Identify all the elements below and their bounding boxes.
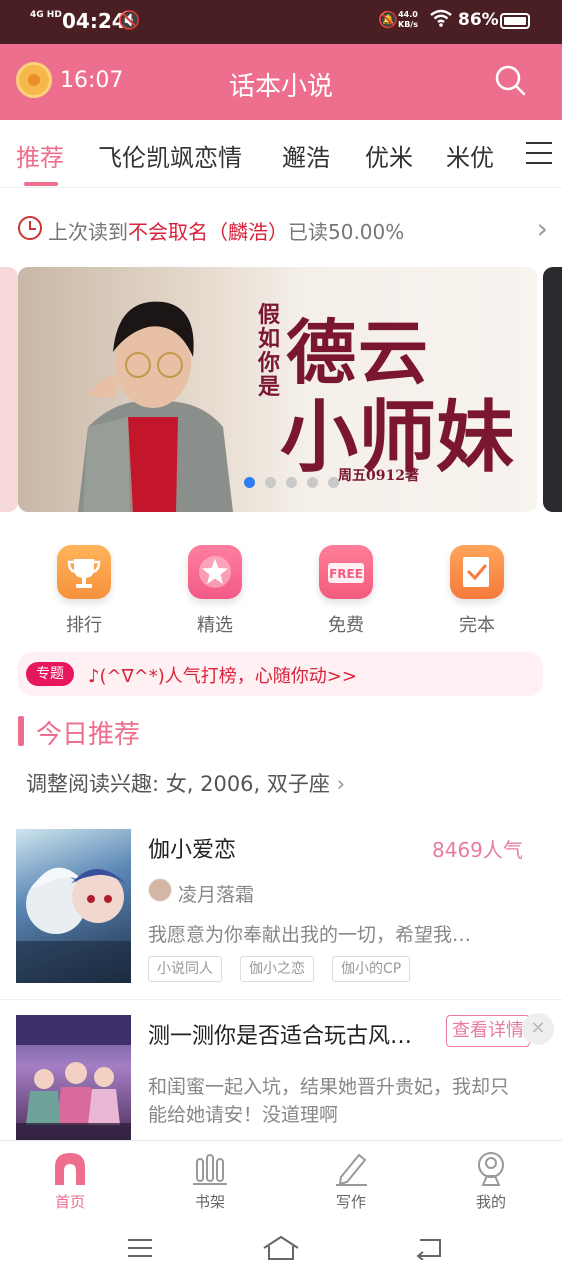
interest-text: 调整阅读兴趣: 女, 2006, 双子座 — [26, 772, 330, 796]
bookshelf-icon — [192, 1149, 228, 1187]
history-clock-icon — [18, 216, 42, 240]
battery-icon — [500, 13, 530, 29]
nav-write[interactable]: 写作 — [311, 1149, 391, 1212]
book-tag[interactable]: 小说同人 — [148, 956, 222, 982]
last-read-prefix: 上次读到 — [48, 220, 128, 244]
promo-description-line2: 能给她请安！没道理啊 — [148, 1104, 339, 1126]
last-read-text: 上次读到不会取名（麟浩）已读50.00% — [48, 216, 404, 245]
home-icon — [52, 1149, 88, 1187]
tab-1[interactable]: 飞伦凯飒恋情 — [98, 138, 242, 173]
home-button-icon[interactable] — [262, 1234, 300, 1266]
recent-apps-icon[interactable] — [126, 1236, 154, 1264]
book-tag[interactable]: 伽小的CP — [332, 956, 411, 982]
banner-next-peek[interactable] — [543, 267, 562, 512]
banner-carousel[interactable]: 假如你是 德云 小师妹 周五0912著 — [18, 267, 537, 512]
wifi-icon — [430, 9, 452, 32]
network-indicator: 4G HD — [30, 10, 62, 20]
quick-ranking-label: 排行 — [66, 615, 102, 636]
quick-free[interactable]: FREE 免费 — [306, 545, 386, 637]
section-marker — [18, 716, 24, 746]
book-tag[interactable]: 伽小之恋 — [240, 956, 314, 982]
nav-bookshelf[interactable]: 书架 — [170, 1149, 250, 1212]
menu-icon[interactable] — [526, 142, 552, 164]
checkbook-icon — [450, 545, 504, 599]
nav-home[interactable]: 首页 — [30, 1149, 110, 1212]
tab-3[interactable]: 优米 — [365, 138, 413, 173]
book-title[interactable]: 伽小爱恋 — [148, 832, 236, 864]
last-read-bar[interactable]: 上次读到不会取名（麟浩）已读50.00% › — [18, 212, 548, 246]
banner-person-illustration — [78, 301, 233, 512]
carousel-dot[interactable] — [328, 477, 339, 488]
promo-title[interactable]: 测一测你是否适合玩古风… — [148, 1018, 412, 1050]
bottom-navigation: 首页 书架 写作 我的 — [0, 1140, 562, 1218]
last-read-book: 不会取名（麟浩） — [128, 220, 288, 244]
nav-write-label: 写作 — [335, 1193, 366, 1211]
carousel-dot[interactable] — [307, 477, 318, 488]
quick-ranking[interactable]: 排行 — [44, 545, 124, 637]
app-header: 16:07 话本小说 — [0, 44, 562, 120]
banner-prev-peek[interactable] — [0, 267, 18, 512]
quick-featured[interactable]: 精选 — [175, 545, 255, 637]
tab-recommend[interactable]: 推荐 — [16, 138, 64, 173]
back-icon[interactable] — [414, 1236, 444, 1264]
book-card[interactable]: 伽小爱恋 8469人气 凌月落霜 我愿意为你奉献出我的一切，希望我… 小说同人 … — [0, 810, 562, 1000]
star-icon — [188, 545, 242, 599]
status-time: 04:24 — [62, 9, 126, 33]
trophy-icon — [57, 545, 111, 599]
nav-bookshelf-label: 书架 — [194, 1193, 225, 1211]
last-read-progress: 已读50.00% — [288, 220, 405, 244]
tab-4[interactable]: 米优 — [446, 138, 494, 173]
active-tab-indicator — [24, 182, 58, 186]
quick-completed[interactable]: 完本 — [437, 545, 517, 637]
free-icon: FREE — [319, 545, 373, 599]
author-avatar — [148, 878, 172, 902]
nav-profile-label: 我的 — [475, 1193, 506, 1211]
book-cover[interactable] — [16, 829, 131, 983]
quick-featured-label: 精选 — [197, 615, 233, 636]
adjust-interest-link[interactable]: 调整阅读兴趣: 女, 2006, 双子座 › — [26, 768, 345, 798]
app-title: 话本小说 — [228, 72, 333, 102]
carousel-dot[interactable] — [286, 477, 297, 488]
close-icon[interactable]: ✕ — [522, 1013, 554, 1045]
pencil-icon — [333, 1149, 369, 1187]
view-details-button[interactable]: 查看详情 — [446, 1015, 530, 1047]
system-navigation-bar — [0, 1218, 562, 1280]
svg-text:FREE: FREE — [329, 567, 363, 581]
book-description: 我愿意为你奉献出我的一切，希望我… — [148, 924, 472, 946]
speed-unit: KB/s — [398, 20, 418, 29]
quick-completed-label: 完本 — [459, 615, 495, 636]
promo-description-line1: 和闺蜜一起入坑，结果她晋升贵妃，我却只 — [148, 1076, 510, 1098]
banner-author: 周五0912著 — [338, 468, 419, 484]
battery-percent: 86% — [458, 10, 499, 30]
search-icon[interactable] — [494, 64, 526, 96]
carousel-dot[interactable] — [244, 477, 255, 488]
topic-badge: 专题 — [26, 662, 74, 686]
book-popularity: 8469人气 — [432, 838, 523, 862]
topic-text: ♪(^∇^*)人气打榜，心随你动>> — [88, 666, 357, 687]
carousel-dots — [244, 473, 349, 488]
mute-icon: 🔇 — [118, 10, 141, 31]
quick-free-label: 免费 — [328, 615, 364, 636]
profile-icon — [473, 1149, 509, 1187]
nav-profile[interactable]: 我的 — [451, 1149, 531, 1212]
chevron-right-icon: › — [336, 772, 345, 796]
category-tabs: 推荐 飞伦凯飒恋情 邂浩 优米 米优 — [0, 120, 562, 188]
section-title: 今日推荐 — [36, 720, 141, 750]
bell-off-icon: 🔕 — [378, 10, 398, 29]
nav-home-label: 首页 — [54, 1193, 85, 1211]
book-author[interactable]: 凌月落霜 — [178, 880, 254, 907]
tab-2[interactable]: 邂浩 — [282, 138, 330, 173]
chevron-right-icon: › — [536, 212, 548, 245]
status-bar: 4G HD 04:24 🔇 🔕 44.0 KB/s 86% — [0, 0, 562, 44]
topic-banner[interactable]: 专题 ♪(^∇^*)人气打榜，心随你动>> — [18, 652, 543, 696]
promo-cover[interactable] — [16, 1015, 131, 1143]
network-speed: 44.0 KB/s — [398, 10, 418, 30]
carousel-dot[interactable] — [265, 477, 276, 488]
speed-value: 44.0 — [398, 10, 418, 19]
